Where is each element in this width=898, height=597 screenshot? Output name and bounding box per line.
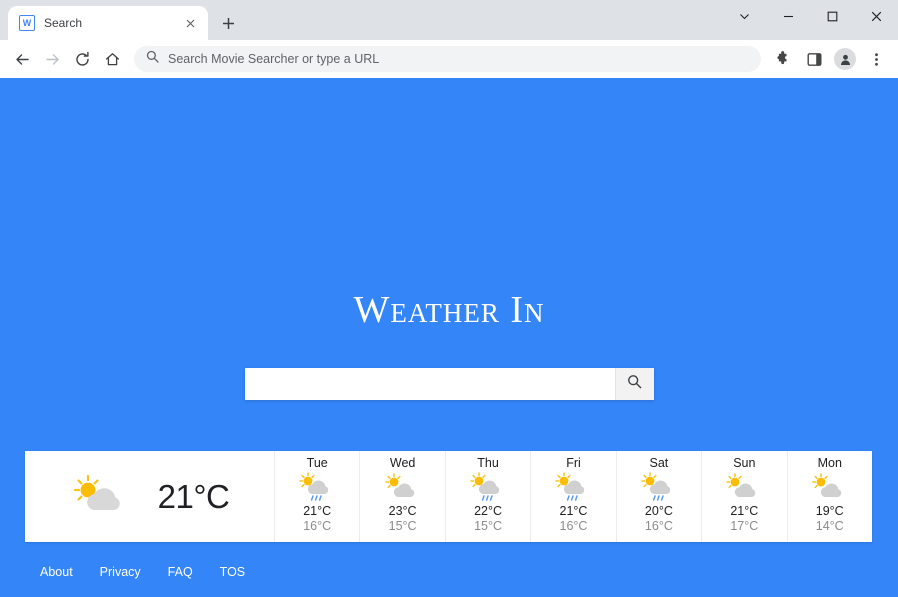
forecast-day-wed[interactable]: Wed 23°C 15°C: [360, 451, 446, 542]
sun-behind-cloud-icon: [811, 471, 848, 504]
forecast-day-label: Wed: [389, 456, 416, 470]
forecast-day-label: Tue: [306, 456, 328, 470]
tab-favicon-icon: W: [19, 15, 35, 31]
page-title: Weather In: [353, 289, 545, 331]
forecast-low: 16°C: [644, 519, 673, 533]
footer-link-faq[interactable]: FAQ: [168, 565, 193, 579]
maximize-icon[interactable]: [810, 0, 854, 32]
forecast-low: 15°C: [388, 519, 417, 533]
footer-link-tos[interactable]: TOS: [220, 565, 245, 579]
sun-behind-cloud-icon: [726, 471, 762, 504]
forecast-day-label: Fri: [566, 456, 581, 470]
reload-icon[interactable]: [68, 45, 96, 73]
footer-link-privacy[interactable]: Privacy: [100, 565, 141, 579]
minimize-icon[interactable]: [766, 0, 810, 32]
tab-search[interactable]: W Search: [8, 6, 208, 40]
forecast-high: 19°C: [815, 504, 844, 518]
forecast-row: Tue 21°C 16°C Wed 23°C 15°C Thu 22°C 15°…: [275, 451, 872, 542]
close-icon[interactable]: [854, 0, 898, 32]
forecast-day-mon[interactable]: Mon 19°C 14°C: [788, 451, 872, 542]
forecast-day-label: Mon: [817, 456, 842, 470]
tab-close-icon[interactable]: [182, 15, 199, 32]
search-icon: [627, 374, 642, 394]
window-controls: [722, 0, 898, 32]
forecast-low: 16°C: [559, 519, 588, 533]
avatar: [834, 48, 856, 70]
forecast-low: 15°C: [474, 519, 503, 533]
forecast-day-sat[interactable]: Sat 20°C 16°C: [617, 451, 703, 542]
forecast-high: 21°C: [559, 504, 588, 518]
forecast-high: 20°C: [644, 504, 673, 518]
home-icon[interactable]: [98, 45, 126, 73]
forecast-high: 21°C: [303, 504, 332, 518]
hero-section: Weather In: [0, 78, 898, 400]
forecast-day-label: Sun: [733, 456, 756, 470]
sun-behind-rain-cloud-icon: [299, 471, 335, 504]
chevron-down-icon[interactable]: [722, 0, 766, 32]
forecast-high: 22°C: [474, 504, 503, 518]
search-submit-button[interactable]: [614, 368, 654, 400]
forecast-day-sun[interactable]: Sun 21°C 17°C: [702, 451, 788, 542]
forecast-day-fri[interactable]: Fri 21°C 16°C: [531, 451, 617, 542]
forecast-low: 17°C: [730, 519, 759, 533]
current-temperature: 21°C: [157, 477, 230, 515]
forecast-day-label: Sat: [649, 456, 669, 470]
tab-strip: W Search: [0, 0, 898, 40]
browser-toolbar: Search Movie Searcher or type a URL: [0, 40, 898, 78]
forecast-low: 14°C: [815, 519, 844, 533]
three-dot-menu-icon[interactable]: [862, 45, 890, 73]
toolbar-right-actions: [769, 45, 890, 73]
puzzle-piece-icon[interactable]: [769, 45, 797, 73]
forecast-day-tue[interactable]: Tue 21°C 16°C: [275, 451, 361, 542]
forecast-day-label: Thu: [477, 456, 499, 470]
sun-behind-rain-cloud-icon: [555, 471, 591, 504]
footer-link-about[interactable]: About: [40, 565, 73, 579]
weather-card: 21°C Tue 21°C 16°C Wed 23°C 15°C Thu 22°…: [25, 451, 872, 542]
side-panel-icon[interactable]: [800, 45, 828, 73]
address-bar[interactable]: Search Movie Searcher or type a URL: [134, 46, 761, 72]
page-content: Weather In 21°C Tue 21°C 16°C Wed 23°C 1…: [0, 78, 898, 597]
search-input[interactable]: [244, 368, 615, 400]
sun-behind-cloud-icon: [70, 472, 128, 521]
search-icon: [146, 50, 159, 68]
footer-links: About Privacy FAQ TOS: [0, 565, 898, 579]
forecast-low: 16°C: [303, 519, 332, 533]
profile-avatar-icon[interactable]: [831, 45, 859, 73]
forecast-high: 23°C: [388, 504, 417, 518]
sun-behind-rain-cloud-icon: [641, 471, 677, 504]
current-weather: 21°C: [25, 451, 275, 542]
forecast-day-thu[interactable]: Thu 22°C 15°C: [446, 451, 532, 542]
back-arrow-icon[interactable]: [8, 45, 36, 73]
tab-title: Search: [44, 16, 83, 30]
forward-arrow-icon[interactable]: [38, 45, 66, 73]
new-tab-button[interactable]: [214, 9, 242, 37]
site-search-row: [244, 368, 654, 400]
browser-window: W Search Search Movie Searcher or type a…: [0, 0, 898, 597]
forecast-high: 21°C: [730, 504, 759, 518]
address-bar-text: Search Movie Searcher or type a URL: [168, 52, 380, 66]
sun-behind-rain-cloud-icon: [470, 471, 506, 504]
sun-behind-cloud-icon: [384, 471, 421, 504]
